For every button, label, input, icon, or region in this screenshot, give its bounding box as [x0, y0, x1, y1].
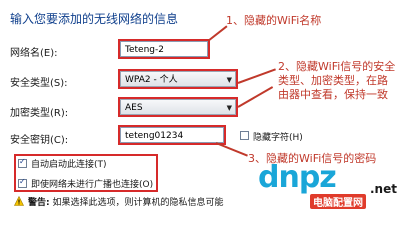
- encryption-type-label: 加密类型(R):: [10, 108, 69, 119]
- annotation-wifi-name: 1、隐藏的WiFi名称: [226, 14, 322, 27]
- watermark-logo: dnpz: [258, 160, 337, 195]
- annotation-security-type: 2、隐藏WiFi信号的安全类型、加密类型，在路由器中查看，保持一致: [278, 60, 396, 101]
- hide-chars-label: 隐藏字符(H): [253, 133, 303, 143]
- network-name-highlight: [118, 39, 210, 59]
- site-watermark: dnpz .net 电脑配置网: [258, 160, 398, 209]
- options-highlight: [14, 154, 158, 192]
- annotation-arrow: [207, 25, 228, 42]
- watermark-tagline: 电脑配置网: [310, 194, 366, 209]
- warning-text: 如果选择此选项，则计算机的隐私信息可能: [52, 198, 224, 208]
- encryption-type-highlight: [118, 97, 238, 117]
- dialog-header: 输入您要添加的无线网络的信息: [10, 12, 179, 26]
- security-key-highlight: [118, 125, 226, 145]
- security-type-highlight: [118, 69, 238, 89]
- annotation-arrow: [237, 86, 274, 108]
- warning-icon: [14, 196, 24, 206]
- warning-message: 警告: 如果选择此选项，则计算机的隐私信息可能: [28, 195, 224, 208]
- watermark-domain: .net: [370, 182, 397, 196]
- add-wireless-network-dialog: 输入您要添加的无线网络的信息 网络名(E): Teteng-2 安全类型(S):…: [0, 0, 400, 210]
- security-key-label: 安全密钥(C):: [10, 135, 69, 146]
- hide-chars-checkbox[interactable]: [240, 131, 249, 140]
- network-name-label: 网络名(E):: [10, 48, 58, 59]
- warning-prefix: 警告:: [28, 198, 50, 208]
- annotation-arrow: [237, 68, 276, 84]
- annotation-arrow: [215, 142, 248, 157]
- security-type-label: 安全类型(S):: [10, 78, 68, 89]
